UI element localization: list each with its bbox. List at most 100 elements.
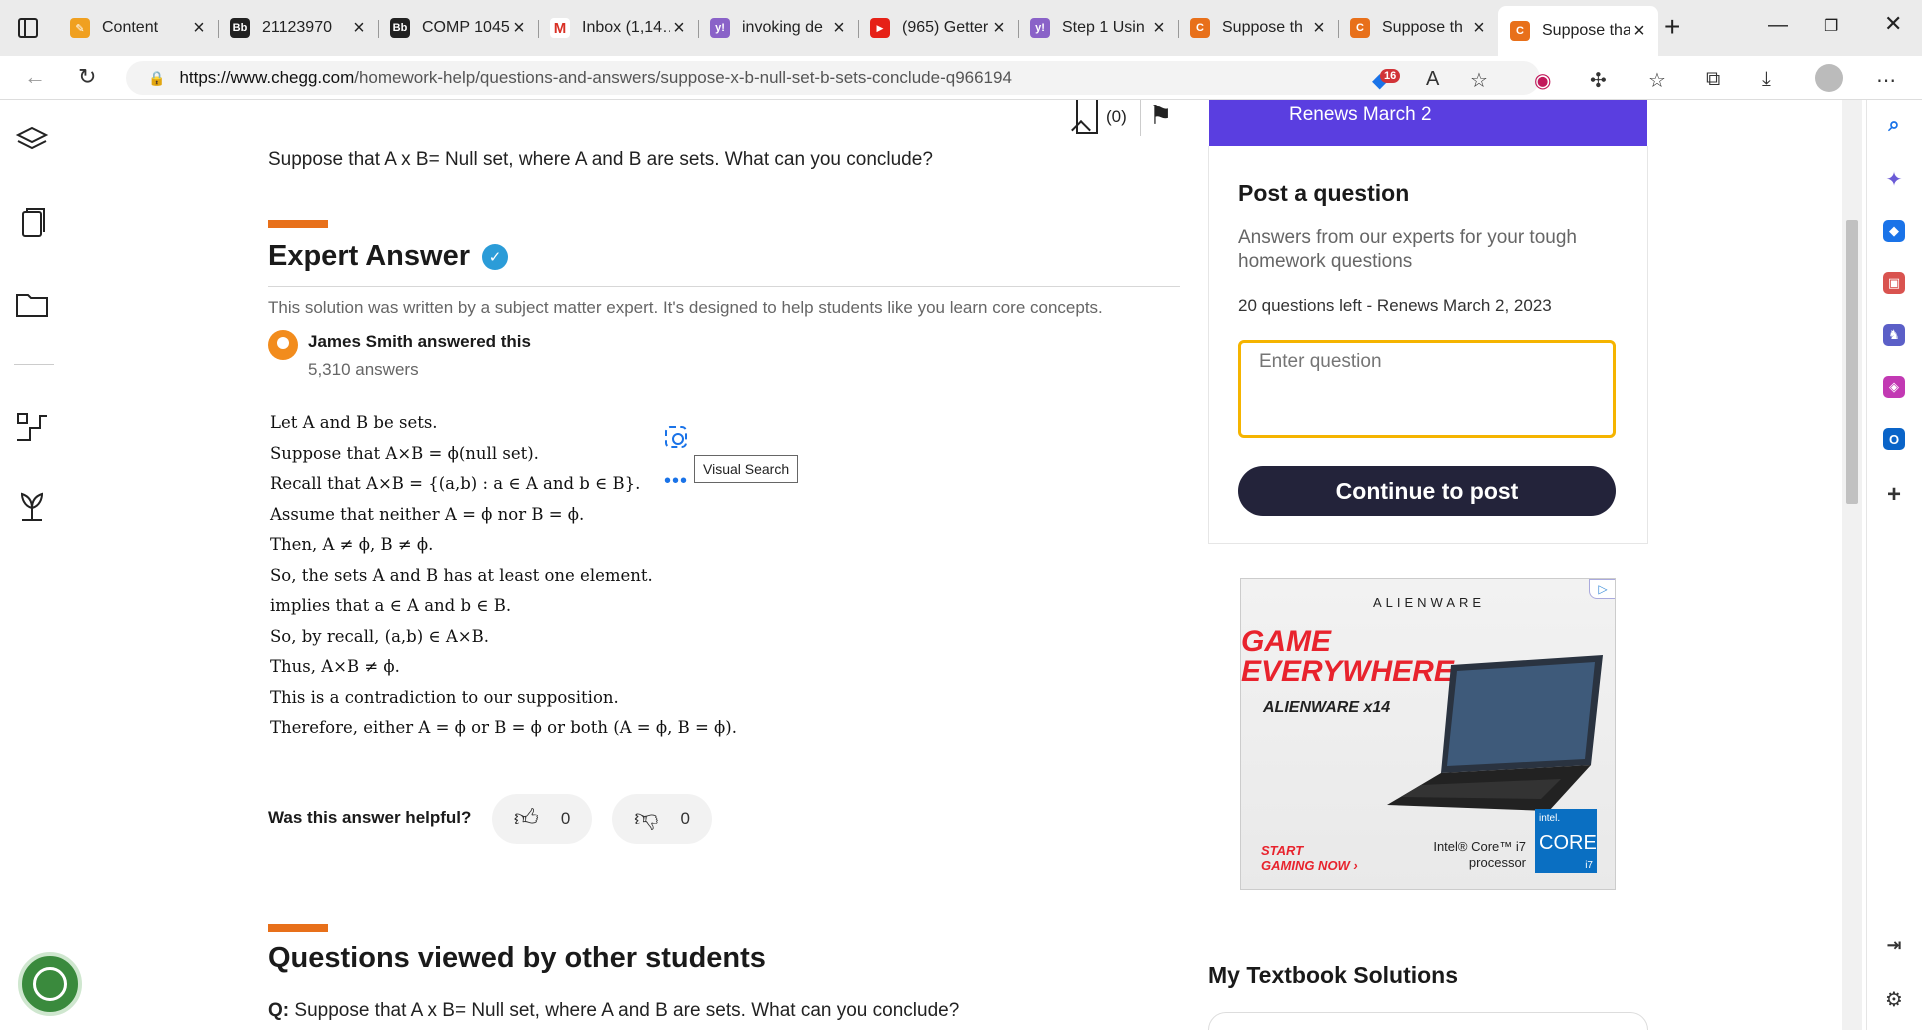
helpful-question: Was this answer helpful? <box>268 808 472 827</box>
tools-icon[interactable]: ▣ <box>1883 272 1905 294</box>
browser-tab[interactable]: y! Step 1 Usin × <box>1018 8 1179 48</box>
extensions-icon[interactable]: ✣ <box>1590 68 1607 93</box>
viewed-questions-heading: Questions viewed by other students <box>268 942 766 974</box>
restore-icon[interactable]: ❐ <box>1824 16 1838 36</box>
tab-close-icon[interactable]: × <box>670 17 688 40</box>
downloads-icon[interactable]: ⤓ <box>1762 68 1771 91</box>
thumbs-up-button[interactable]: 👍︎ 0 <box>492 794 592 844</box>
tab-close-icon[interactable]: × <box>990 17 1008 40</box>
tab-title: COMP 1045 <box>422 19 510 36</box>
ad-cta[interactable]: START GAMING NOW › <box>1261 843 1358 873</box>
favorites-icon[interactable]: ☆ <box>1648 68 1666 93</box>
tab-close-icon[interactable]: × <box>350 17 368 40</box>
question-input[interactable] <box>1238 340 1616 438</box>
color-extension-icon[interactable]: ◉ <box>1534 68 1551 93</box>
browser-tab[interactable]: C Suppose th × <box>1178 8 1339 48</box>
tab-close-icon[interactable]: × <box>1470 17 1488 40</box>
flag-icon[interactable]: ⚑ <box>1140 100 1172 136</box>
bookmark-button[interactable]: (0) <box>1076 100 1127 134</box>
profile-avatar[interactable] <box>1815 64 1843 92</box>
thumbs-down-button[interactable]: 👎︎ 0 <box>612 794 712 844</box>
plant-icon[interactable] <box>14 488 50 524</box>
browser-tab[interactable]: y! invoking de × <box>698 8 859 48</box>
answerer-answer-count: 5,310 answers <box>308 360 419 379</box>
solution-line: Therefore, either A = ϕ or B = ϕ or both… <box>270 718 737 737</box>
solution-line: So, by recall, (a,b) ∈ A×B. <box>270 626 489 646</box>
browser-tab[interactable]: ▶ (965) Getter × <box>858 8 1019 48</box>
sidebar-hide-icon[interactable]: ⇥ <box>1883 934 1905 956</box>
answerer-name[interactable]: James Smith answered this <box>308 332 531 352</box>
copilot-icon[interactable]: ✦ <box>1883 168 1905 191</box>
new-tab-button[interactable]: + <box>1664 12 1680 42</box>
tab-actions-icon[interactable] <box>18 18 38 38</box>
rail-divider <box>14 364 54 365</box>
steps-icon[interactable] <box>14 408 50 444</box>
search-icon[interactable]: ⌕ <box>1883 114 1905 136</box>
tab-favicon: Bb <box>230 18 250 38</box>
tab-close-icon[interactable]: × <box>1150 17 1168 40</box>
page-scrollbar[interactable] <box>1842 100 1862 1030</box>
read-aloud-icon[interactable]: A <box>1426 68 1439 91</box>
browser-tab[interactable]: Bb COMP 1045 × <box>378 8 539 48</box>
thumbs-up-count: 0 <box>560 809 571 828</box>
browser-tab-strip: ✎ Content × Bb 21123970 × Bb COMP 1045 ×… <box>0 0 1922 56</box>
collections-icon[interactable]: ⧉ <box>1706 68 1720 91</box>
browser-tab-active[interactable]: C Suppose tha × <box>1498 6 1658 56</box>
browser-tab[interactable]: M Inbox (1,14… × <box>538 8 699 48</box>
tab-close-icon[interactable]: × <box>1630 20 1648 43</box>
intel-tier: i7 <box>1585 860 1593 871</box>
thumbs-down-count: 0 <box>680 809 690 828</box>
textbook-card[interactable] <box>1208 1012 1648 1030</box>
url-field[interactable]: 🔒 https://www.chegg.com/homework-help/qu… <box>126 61 1540 95</box>
yahoo-icon: y! <box>1030 18 1050 38</box>
office-icon[interactable]: ◈ <box>1883 376 1905 398</box>
continue-to-post-button[interactable]: Continue to post <box>1238 466 1616 516</box>
layers-icon[interactable] <box>14 122 50 158</box>
games-icon[interactable]: ♞ <box>1883 324 1905 346</box>
tab-close-icon[interactable]: × <box>830 17 848 40</box>
laptop-image <box>1387 655 1603 811</box>
ad-model: ALIENWARE x14 <box>1263 699 1391 716</box>
favorite-add-icon[interactable]: ☆ <box>1470 68 1488 93</box>
minimize-icon[interactable]: — <box>1768 14 1788 37</box>
chegg-icon: C <box>1190 18 1210 38</box>
viewed-question-item[interactable]: Q: Suppose that A x B= Null set, where A… <box>268 1000 959 1022</box>
settings-gear-icon[interactable]: ⚙ <box>1883 988 1905 1011</box>
main-content: (0) ⚑ Suppose that A x B= Null set, wher… <box>74 100 1842 1030</box>
solution-line: Then, A ≠ ϕ, B ≠ ϕ. <box>270 535 434 554</box>
advertisement[interactable]: ▷ ALIENWARE GAME EVERYWHERE ALIENWARE x1… <box>1240 578 1616 890</box>
add-icon[interactable]: + <box>1883 481 1905 508</box>
more-menu-icon[interactable]: ⋯ <box>1876 68 1896 93</box>
visual-search-icon[interactable] <box>665 426 687 448</box>
chegg-icon: C <box>1510 21 1530 41</box>
refresh-icon[interactable]: ↻ <box>78 64 96 90</box>
outlook-icon[interactable]: O <box>1883 428 1905 450</box>
thumbs-down-icon: 👎︎ <box>634 805 659 832</box>
left-rail <box>0 100 74 1030</box>
shopping-tag-icon[interactable]: ◆ <box>1883 220 1905 242</box>
tab-close-icon[interactable]: × <box>190 17 208 40</box>
browser-tab[interactable]: C Suppose th × <box>1338 8 1498 48</box>
yahoo-icon: y! <box>710 18 730 38</box>
folder-icon[interactable] <box>14 286 50 322</box>
divider <box>268 286 1180 287</box>
bookmark-count: (0) <box>1106 107 1127 126</box>
viewed-question-text: Suppose that A x B= Null set, where A an… <box>294 1000 960 1021</box>
browser-tab[interactable]: ✎ Content × <box>58 8 219 48</box>
address-bar-row: ← ↻ 🔒 https://www.chegg.com/homework-hel… <box>0 56 1922 100</box>
more-options-icon[interactable]: ••• <box>664 470 688 493</box>
flashcards-icon[interactable] <box>14 206 50 242</box>
visual-search-tooltip: Visual Search <box>694 455 799 483</box>
scrollbar-thumb[interactable] <box>1846 220 1858 504</box>
solution-line: Assume that neither A = ϕ nor B = ϕ. <box>270 504 585 524</box>
cookie-settings-button[interactable] <box>18 952 82 1016</box>
tab-close-icon[interactable]: × <box>510 17 528 40</box>
question-text: Suppose that A x B= Null set, where A an… <box>268 149 933 170</box>
back-icon[interactable]: ← <box>24 64 46 90</box>
edge-sidebar: ⌕ ✦ ◆ ▣ ♞ ◈ O + ⇥ ⚙ <box>1866 100 1922 1030</box>
ad-processor-line1: Intel® Core™ i7 <box>1433 839 1526 854</box>
browser-tab[interactable]: Bb 21123970 × <box>218 8 379 48</box>
tab-close-icon[interactable]: × <box>1310 17 1328 40</box>
post-question-subtitle: Answers from our experts for your tough … <box>1238 227 1577 272</box>
close-window-icon[interactable]: ✕ <box>1884 11 1902 37</box>
